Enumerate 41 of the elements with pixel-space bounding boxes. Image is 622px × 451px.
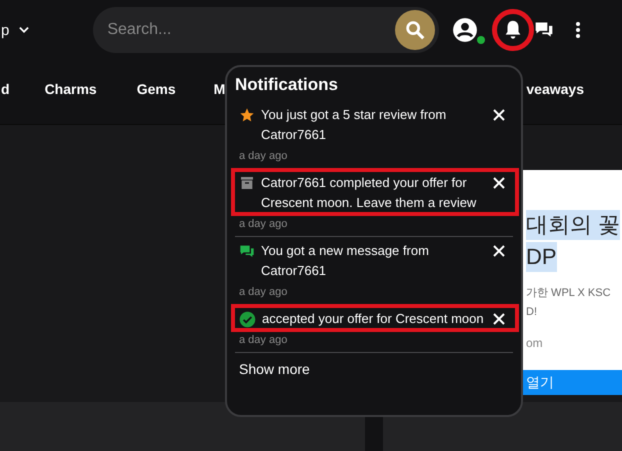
notification-text: You just got a 5 star review from Catror7661 — [261, 106, 448, 144]
notification-time: a day ago — [239, 286, 288, 298]
nav-link[interactable]: Charms — [44, 81, 97, 97]
panel-title: Notifications — [235, 75, 339, 95]
menu-label[interactable]: p — [1, 22, 10, 38]
notification-time: a day ago — [239, 150, 288, 162]
close-button[interactable] — [493, 245, 505, 257]
close-icon — [493, 177, 505, 189]
search-icon — [404, 19, 426, 41]
notification-time: a day ago — [239, 218, 288, 230]
notification-item[interactable]: You got a new message from Catror7661 a day ago — [235, 237, 513, 305]
search-field[interactable]: Search... — [93, 7, 440, 53]
notification-text: accepted your offer for Crescent moon — [262, 310, 485, 328]
notification-text: Catror7661 completed your offer for Crescent moon. Leave them a review — [261, 174, 478, 212]
box-icon — [239, 175, 255, 191]
close-button[interactable] — [493, 109, 505, 121]
notification-item[interactable]: Catror7661 completed your offer for Crescent moon. Leave them a review a day ago — [235, 169, 513, 237]
account-button[interactable] — [451, 16, 480, 44]
ad-text: D! — [526, 305, 538, 320]
check-circle-icon — [239, 311, 256, 328]
chat-icon — [239, 243, 255, 259]
close-icon — [493, 109, 505, 121]
close-icon — [493, 313, 505, 325]
star-icon — [239, 107, 255, 123]
user-icon — [452, 17, 478, 43]
nav-link[interactable]: d — [1, 81, 10, 97]
nav-link[interactable]: M — [214, 81, 226, 97]
close-button[interactable] — [493, 313, 505, 325]
ad-headline: 대회의 꽃 — [526, 210, 620, 240]
notification-text: You got a new message from Catror7661 — [261, 242, 430, 280]
ad-headline: DP — [526, 242, 557, 272]
notification-time: a day ago — [239, 334, 288, 346]
ad-site: om — [526, 336, 544, 350]
ad-text: 가한 WPL X KSC — [526, 286, 612, 301]
more-vertical-icon — [575, 21, 582, 39]
nav-link[interactable]: Gems — [136, 81, 176, 97]
notification-item[interactable]: accepted your offer for Crescent moon a day ago — [235, 305, 513, 353]
close-button[interactable] — [493, 177, 505, 189]
nav-link[interactable]: veaways — [526, 81, 584, 97]
close-icon — [493, 245, 505, 257]
notification-item[interactable]: You just got a 5 star review from Catror7661 a day ago — [235, 101, 513, 169]
